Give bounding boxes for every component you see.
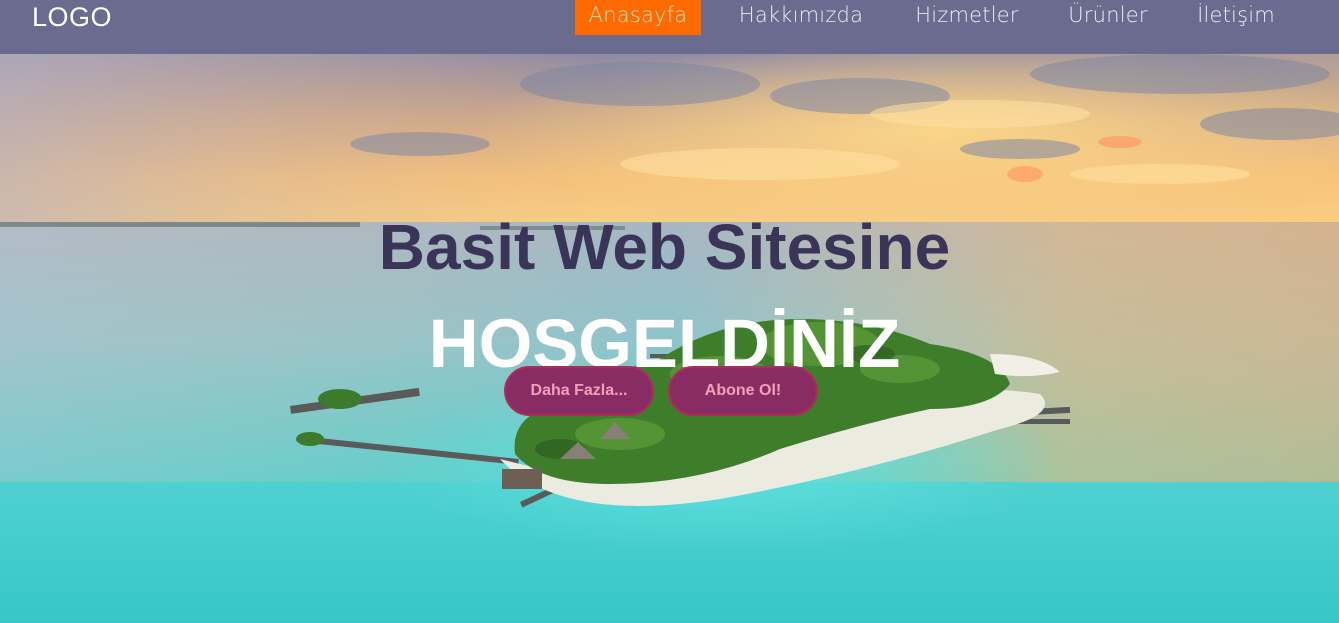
nav-link-hizmetler[interactable]: Hizmetler [912,0,1022,35]
hero-title-line2-text: HOŞGELDİNİZ [428,305,901,382]
hero-title-line2: HOŞGELDİNİZ [0,304,1339,383]
nav-link-anasayfa[interactable]: Anasayfa [575,0,701,35]
nav-link-iletisim[interactable]: İletişim [1196,0,1276,35]
more-button[interactable]: Daha Fazla... [504,366,654,416]
hero-section: Basit Web Sitesine HOŞGELDİNİZ [0,54,1339,623]
nav-link-hakkimizda[interactable]: Hakkımızda [735,0,867,35]
nav-links: Anasayfa Hakkımızda Hizmetler Ürünler İl… [0,0,1339,54]
hero-title-line1: Basit Web Sitesine [0,210,1339,284]
subscribe-button[interactable]: Abone Ol! [668,366,818,416]
hero-title-line1-text: Basit Web Sitesine [378,211,951,283]
nav-link-urunler[interactable]: Ürünler [1066,0,1150,35]
navbar: LOGO Anasayfa Hakkımızda Hizmetler Ürünl… [0,0,1339,54]
